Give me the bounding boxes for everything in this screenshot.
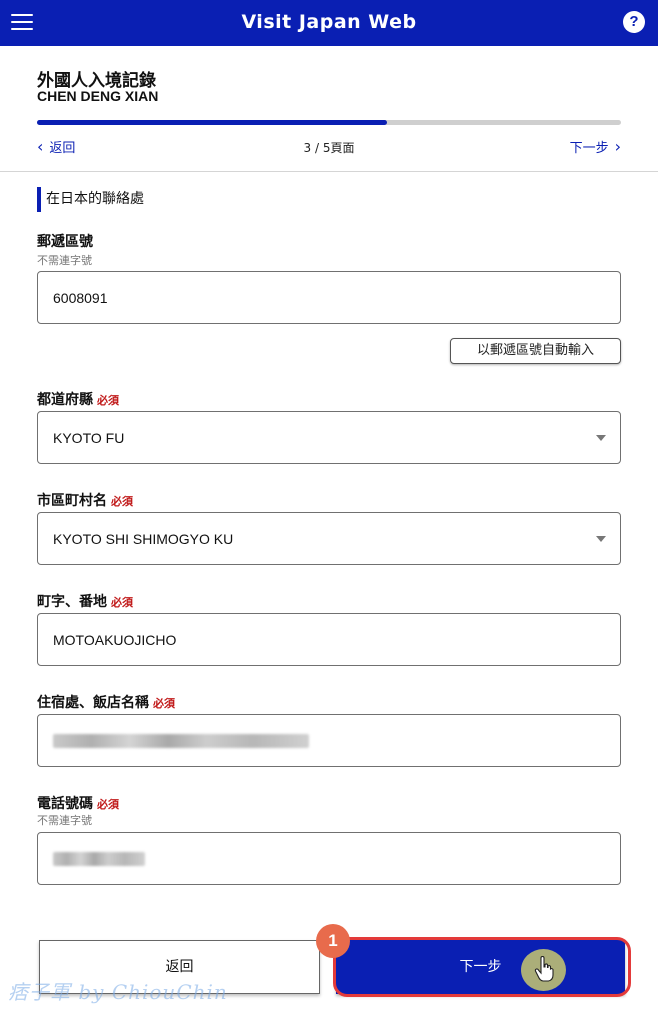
progress-bar — [37, 120, 621, 125]
hotel-label-text: 住宿處、飯店名稱 — [37, 695, 149, 711]
hotel-input[interactable] — [37, 714, 621, 767]
traveler-name: CHEN DENG XIAN — [37, 88, 159, 104]
postal-code-label: 郵遞區號 — [37, 234, 93, 250]
street-input[interactable]: MOTOAKUOJICHO — [37, 613, 621, 666]
hotel-label: 住宿處、飯店名稱 必須 — [37, 692, 175, 712]
required-badge: 必須 — [111, 495, 133, 508]
redacted-value — [53, 851, 145, 866]
city-label-text: 市區町村名 — [37, 493, 107, 509]
chevron-right-icon: › — [614, 136, 621, 156]
required-badge: 必須 — [111, 596, 133, 609]
postal-code-input[interactable]: 6008091 — [37, 271, 621, 324]
app-header: Visit Japan Web ? — [0, 0, 658, 46]
section-heading: 在日本的聯絡處 — [37, 187, 144, 212]
watermark: 痞子軍 by ChiouChin — [8, 980, 228, 1004]
help-icon[interactable]: ? — [623, 11, 645, 33]
prefecture-label-text: 都道府縣 — [37, 392, 93, 408]
phone-label: 電話號碼 必須 — [37, 793, 119, 813]
postal-autofill-button[interactable]: 以郵遞區號自動輸入 — [450, 338, 621, 364]
postal-code-hint: 不需連字號 — [37, 254, 92, 267]
street-label: 町字、番地 必須 — [37, 591, 133, 611]
city-label: 市區町村名 必須 — [37, 490, 133, 510]
app-title: Visit Japan Web — [241, 11, 417, 33]
prefecture-select[interactable]: KYOTO FU — [37, 411, 621, 464]
required-badge: 必須 — [153, 697, 175, 710]
required-badge: 必須 — [97, 798, 119, 811]
hand-pointer-icon — [534, 956, 554, 982]
phone-hint: 不需連字號 — [37, 814, 92, 827]
progress-next-label: 下一步 — [569, 141, 609, 156]
divider — [0, 171, 658, 172]
redacted-value — [53, 733, 309, 748]
phone-input[interactable] — [37, 832, 621, 885]
city-value: KYOTO SHI SHIMOGYO KU — [53, 530, 234, 547]
phone-label-text: 電話號碼 — [37, 796, 93, 812]
required-badge: 必須 — [97, 394, 119, 407]
progress-bar-fill — [37, 120, 388, 125]
street-label-text: 町字、番地 — [37, 594, 107, 610]
step-indicator: 3 / 5頁面 — [303, 141, 355, 155]
prefecture-value: KYOTO FU — [53, 429, 125, 446]
dropdown-arrow-icon — [596, 536, 606, 542]
dropdown-arrow-icon — [596, 435, 606, 441]
prefecture-label: 都道府縣 必須 — [37, 389, 119, 409]
city-select[interactable]: KYOTO SHI SHIMOGYO KU — [37, 512, 621, 565]
progress-next-link[interactable]: 下一步 › — [570, 137, 621, 156]
annotation-step-badge: 1 — [316, 924, 350, 958]
annotation-highlight — [333, 937, 631, 997]
